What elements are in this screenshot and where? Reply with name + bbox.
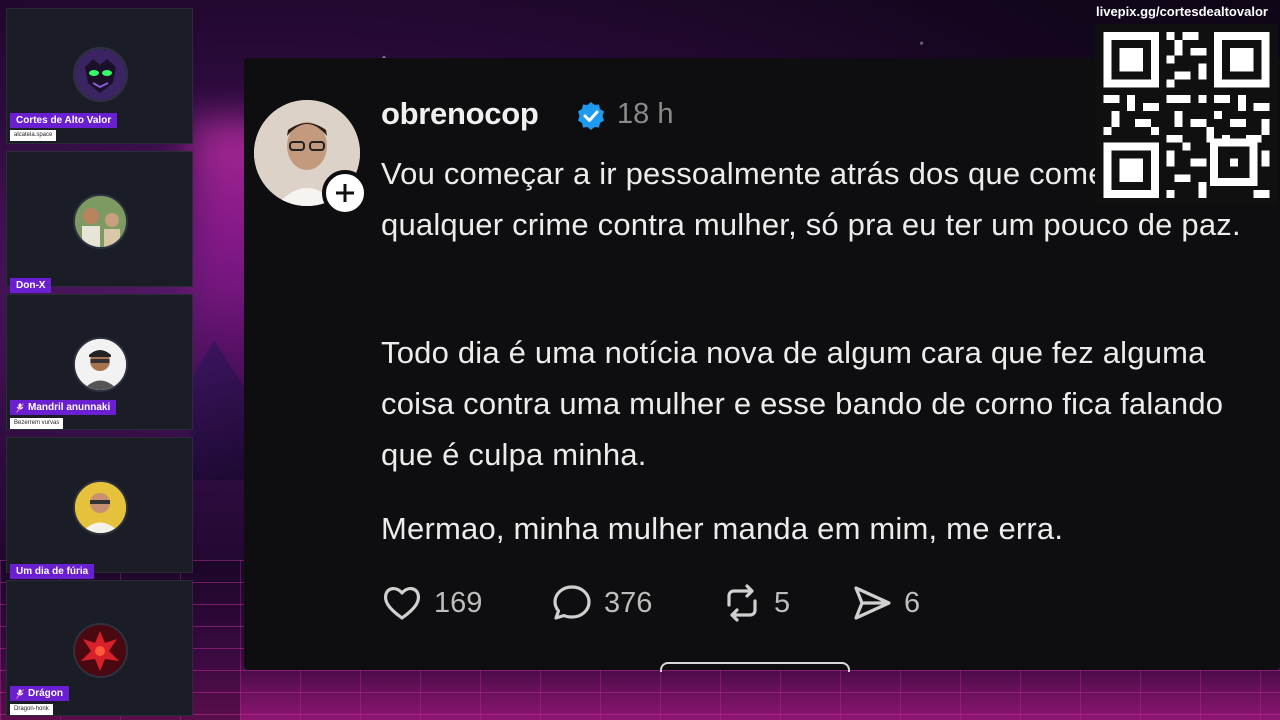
participant-name-tag: Um dia de fúria (10, 564, 95, 579)
participant-tile[interactable]: Drágon Dragon-honk (6, 580, 193, 716)
participant-avatar (73, 47, 128, 102)
participant-name-tag: Mandril anunnaki (10, 400, 117, 415)
participant-subtitle: Dragon-honk (10, 704, 53, 715)
post-actions-bar: 169 376 5 6 (380, 580, 950, 626)
participant-subtitle: alcateia.space (10, 130, 57, 141)
post-paragraph: Todo dia é uma notícia nova de algum car… (381, 335, 1224, 472)
share-button[interactable]: 6 (850, 581, 950, 625)
share-count: 6 (904, 586, 921, 619)
participant-avatar (73, 337, 128, 392)
dragon-icon (75, 625, 126, 676)
post-paragraph: Mermao, minha mulher manda em mim, me er… (381, 511, 1064, 546)
person-photo-icon (75, 196, 126, 247)
participant-name: Drágon (28, 688, 63, 699)
comment-button[interactable]: 376 (550, 581, 720, 625)
participant-tile[interactable]: Mandril anunnaki Bezerrem vurvas (6, 294, 193, 430)
like-button[interactable]: 169 (380, 581, 550, 625)
participant-avatar (73, 480, 128, 535)
participant-name: Um dia de fúria (16, 566, 89, 577)
post-timestamp: 18 h (617, 98, 674, 130)
participant-name: Don-X (16, 280, 46, 291)
person-photo-icon (75, 482, 126, 533)
participant-tile[interactable]: Don-X (6, 151, 193, 293)
send-icon (854, 586, 891, 620)
person-photo-icon (75, 339, 126, 390)
participant-avatar (73, 194, 128, 249)
repost-icon (727, 584, 757, 622)
participant-subtitle: Bezerrem vurvas (10, 418, 64, 429)
donation-url[interactable]: livepix.gg/cortesdealtovalor (1096, 4, 1268, 19)
post-username[interactable]: obrenocop (381, 96, 539, 132)
scroll-indicator (660, 662, 850, 672)
verified-badge-icon (578, 102, 604, 130)
repost-button[interactable]: 5 (720, 581, 850, 625)
participant-name-tag: Cortes de Alto Valor (10, 113, 118, 128)
participant-name-tag: Drágon (10, 686, 69, 701)
mic-muted-icon (16, 402, 24, 413)
participants-sidebar: Cortes de Alto Valor alcateia.space Don-… (6, 8, 194, 720)
plus-icon (336, 184, 354, 202)
heart-icon (383, 587, 421, 620)
qr-code-icon (1103, 32, 1270, 198)
participant-name: Cortes de Alto Valor (16, 115, 112, 126)
wolf-mask-icon (75, 49, 126, 100)
participant-name: Mandril anunnaki (28, 402, 111, 413)
like-count: 169 (434, 586, 483, 619)
follow-plus-button[interactable] (322, 170, 368, 216)
comment-bubble-icon (553, 585, 591, 620)
participant-avatar (73, 623, 128, 678)
participant-tile[interactable]: Cortes de Alto Valor alcateia.space (6, 8, 193, 144)
repost-count: 5 (774, 586, 791, 619)
participant-tile[interactable]: Um dia de fúria (6, 437, 193, 579)
qr-code[interactable] (1095, 24, 1278, 206)
comment-count: 376 (604, 586, 653, 619)
participant-name-tag: Don-X (10, 278, 52, 293)
mic-muted-icon (16, 688, 24, 699)
